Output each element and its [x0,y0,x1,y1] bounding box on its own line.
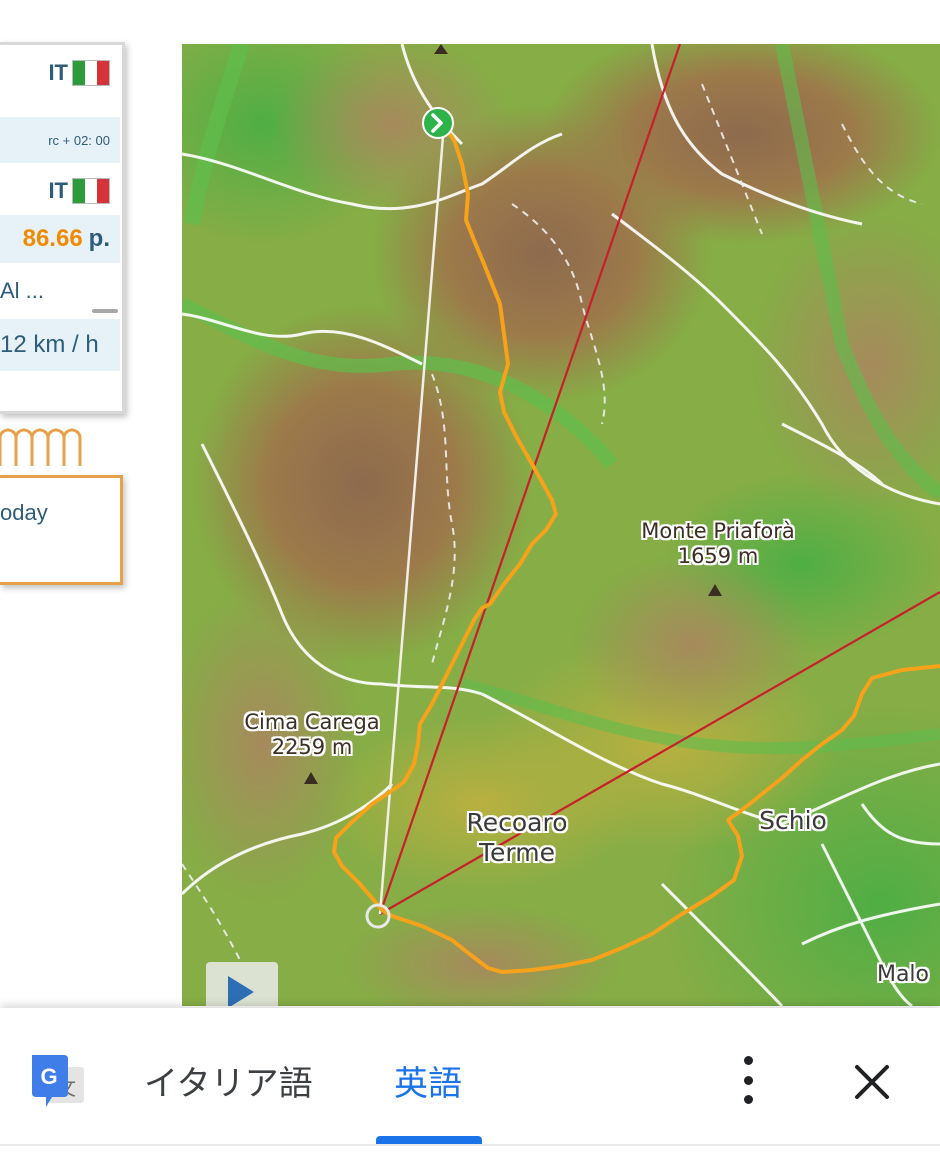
scroll-indicator [92,309,118,313]
town-label-recoaro: Recoaro Terme [466,808,568,867]
country-code: IT [48,60,68,85]
svg-text:G: G [40,1064,57,1089]
translate-bar: 文 G イタリア語 英語 [0,1008,940,1153]
pilot-info-panel: IT rc + 02: 00 IT 86.66 p. Al ... 12 km … [0,42,125,414]
town-label-schio: Schio [759,806,827,835]
peak-elevation: 1659 m [677,544,759,568]
today-card[interactable]: oday [0,475,123,585]
country-row-2: IT [0,169,120,213]
italy-flag-icon [72,178,110,204]
close-icon[interactable] [852,1062,892,1102]
peak-elevation: 2259 m [271,735,353,759]
score-row: 86.66 p. [0,215,120,263]
play-button[interactable] [206,962,278,1006]
map-view[interactable]: Monte Priaforà 1659 m Cima Carega 2259 m… [182,44,940,1006]
screen: Monte Priaforà 1659 m Cima Carega 2259 m… [0,0,940,1153]
score-value: 86.66 [22,225,83,252]
speed-row: 12 km / h [0,319,120,371]
peak-label-priafora: Monte Priaforà 1659 m [628,519,808,569]
speed-value: 12 km / h [0,331,99,358]
today-label: oday [0,500,48,525]
coil-divider-icon [0,428,82,466]
peak-name: Monte Priaforà [641,519,795,543]
town-label-malo: Malo [876,962,930,987]
peak-triangle-icon [708,584,722,596]
country-row: IT [0,51,120,95]
google-translate-icon[interactable]: 文 G [30,1053,86,1111]
peak-label-carega: Cima Carega 2259 m [232,710,392,760]
peak-name: Cima Carega [244,710,380,734]
score-unit: p. [88,225,110,252]
peak-triangle-icon [304,772,318,784]
timezone-text: rc + 02: 00 [48,132,110,148]
tab-source-language[interactable]: イタリア語 [144,1056,313,1105]
italy-flag-icon [72,60,110,86]
more-vert-icon[interactable] [736,1056,760,1104]
pilot-row: Al ... [0,267,120,315]
divider [0,1144,940,1146]
start-marker-icon[interactable] [422,107,454,139]
active-tab-indicator [376,1136,482,1144]
timezone-row: rc + 02: 00 [0,117,120,163]
pilot-name: Al ... [0,278,45,303]
tab-target-language[interactable]: 英語 [394,1056,462,1105]
country-code: IT [48,178,68,203]
